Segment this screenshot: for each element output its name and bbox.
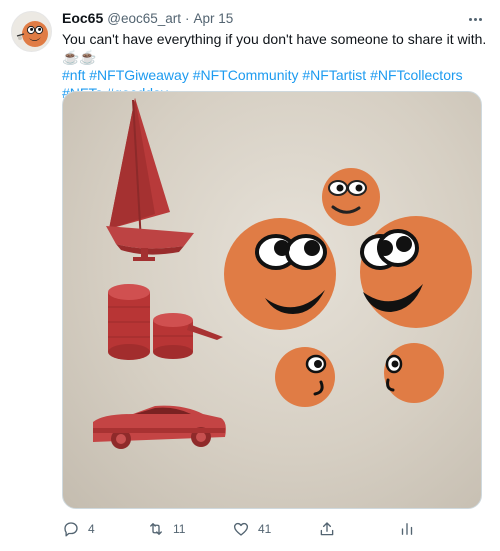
- tweet-header: Eoc65 @eoc65_art · Apr 15: [62, 10, 233, 30]
- cartoon-face-icon: [224, 218, 336, 330]
- author-name[interactable]: Eoc65: [62, 10, 103, 26]
- retweet-button[interactable]: 11: [147, 518, 185, 540]
- retweet-icon: [150, 523, 162, 535]
- tweet-body: You can't have everything if you don't h…: [62, 31, 487, 65]
- like-button[interactable]: 41: [232, 518, 271, 540]
- tweet-date[interactable]: Apr 15: [194, 11, 234, 26]
- analytics-button[interactable]: [398, 518, 416, 540]
- author-handle[interactable]: @eoc65_art: [107, 11, 181, 26]
- share-icon: [320, 522, 334, 536]
- sailboat-icon: [106, 98, 194, 261]
- analytics-icon: [401, 523, 413, 535]
- avatar-image: [12, 12, 51, 51]
- reply-button[interactable]: 4: [62, 518, 95, 540]
- header-separator: ·: [185, 11, 190, 26]
- like-count: 41: [258, 522, 272, 536]
- cartoon-face-icon: [275, 347, 335, 407]
- cartoon-face-icon: [384, 343, 444, 403]
- cartoon-face-icon: [360, 216, 472, 328]
- more-options-icon[interactable]: [464, 10, 486, 28]
- cartoon-face-icon: [322, 168, 380, 226]
- sports-car-icon: [93, 405, 226, 449]
- tweet-actions: 4 11 41: [62, 518, 482, 540]
- share-button[interactable]: [318, 518, 336, 540]
- reply-icon: [64, 522, 78, 537]
- tweet-media-image[interactable]: [62, 91, 482, 509]
- tweet-card[interactable]: Eoc65 @eoc65_art · Apr 15 You can't have…: [0, 0, 500, 551]
- retweet-count: 11: [173, 522, 186, 536]
- reply-count: 4: [88, 522, 95, 536]
- nft-artwork: [93, 98, 472, 449]
- heart-icon: [233, 522, 249, 536]
- avatar[interactable]: [11, 11, 52, 52]
- coin-stack-icon: [108, 284, 223, 360]
